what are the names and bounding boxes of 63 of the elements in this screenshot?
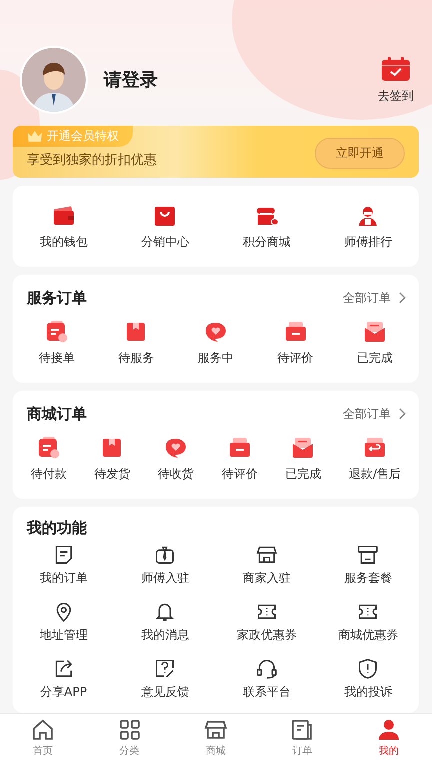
calendar-check-icon[interactable] <box>381 56 411 82</box>
checkin-label[interactable]: 去签到 <box>378 88 414 104</box>
login-prompt[interactable]: 请登录 <box>104 68 362 92</box>
tab-bar-item[interactable]: 首页 <box>0 718 86 768</box>
order-status-item[interactable]: 待服务 <box>118 320 154 366</box>
order-status-item[interactable]: 待评价 <box>278 320 314 366</box>
order-status-item[interactable]: 待发货 <box>94 436 130 482</box>
function-item[interactable]: 我的订单 <box>13 544 114 586</box>
envelope-icon <box>363 320 388 344</box>
tray-icon <box>228 436 252 460</box>
function-item[interactable]: 我的投诉 <box>318 658 419 700</box>
document-icon <box>290 718 314 742</box>
tray-icon <box>284 320 308 344</box>
tab-bar-item[interactable]: 商城 <box>172 718 260 768</box>
order-status-item[interactable]: 已完成 <box>357 320 394 366</box>
function-item[interactable]: 地址管理 <box>13 600 114 644</box>
grid-icon <box>118 718 142 742</box>
headset-icon <box>256 658 278 680</box>
membership-description: 享受到独家的折扣优惠 <box>27 152 157 168</box>
function-item[interactable]: 意见反馈 <box>114 658 216 700</box>
order-status-item[interactable]: 服务中 <box>198 320 234 366</box>
order-status-item[interactable]: 待付款 <box>30 436 67 482</box>
clipboard-clock-icon <box>44 320 69 344</box>
wallet-icon <box>52 204 76 228</box>
crown-icon <box>27 130 43 143</box>
shortcut-item[interactable]: 我的钱包 <box>13 204 114 250</box>
order-status-item[interactable]: 退款/售后 <box>349 436 402 482</box>
section-title: 服务订单 <box>27 288 88 308</box>
shortcut-item[interactable]: 积分商城 <box>216 204 318 250</box>
tab-bar-item[interactable]: 订单 <box>259 718 346 768</box>
order-status-item[interactable]: 待接单 <box>38 320 75 366</box>
tab-bar-item[interactable]: 我的 <box>346 718 432 768</box>
activate-button[interactable]: 立即开通 <box>315 138 405 169</box>
order-status-item[interactable]: 待评价 <box>222 436 258 482</box>
function-item[interactable]: 服务套餐 <box>318 544 419 586</box>
tab-bar-item[interactable]: 分类 <box>86 718 173 768</box>
function-item[interactable]: 联系平台 <box>216 658 318 700</box>
question-edit-icon <box>154 658 176 680</box>
all-orders-link[interactable]: 全部订单 <box>343 290 391 306</box>
membership-tag-label: 开通会员特权 <box>47 128 119 145</box>
shield-alert-icon <box>357 658 380 680</box>
order-status-item[interactable]: 待收货 <box>158 436 194 482</box>
person-icon <box>376 718 401 742</box>
order-status-item[interactable]: 已完成 <box>285 436 322 482</box>
all-orders-link[interactable]: 全部订单 <box>343 406 391 422</box>
shortcut-item[interactable]: 分销中心 <box>114 204 216 250</box>
shortcut-item[interactable]: 师傅排行 <box>318 204 419 250</box>
section-title: 我的功能 <box>26 518 88 538</box>
avatar-placeholder[interactable] <box>20 46 88 114</box>
clipboard-clock-icon <box>36 436 61 460</box>
function-item[interactable]: 分享APP <box>13 658 114 700</box>
envelope-icon <box>291 436 316 460</box>
package-icon <box>357 544 380 566</box>
function-item[interactable]: 我的消息 <box>114 600 216 644</box>
function-item[interactable]: 家政优惠券 <box>216 600 318 644</box>
section-title: 商城订单 <box>27 404 88 424</box>
function-item[interactable]: 师傅入驻 <box>114 544 216 586</box>
chevron-right-icon[interactable] <box>399 292 407 304</box>
return-box-icon <box>363 436 388 460</box>
chevron-right-icon[interactable] <box>399 408 407 420</box>
function-item[interactable]: 商城优惠券 <box>318 600 419 644</box>
home-icon <box>31 718 56 742</box>
function-item[interactable]: 商家入驻 <box>216 544 318 586</box>
